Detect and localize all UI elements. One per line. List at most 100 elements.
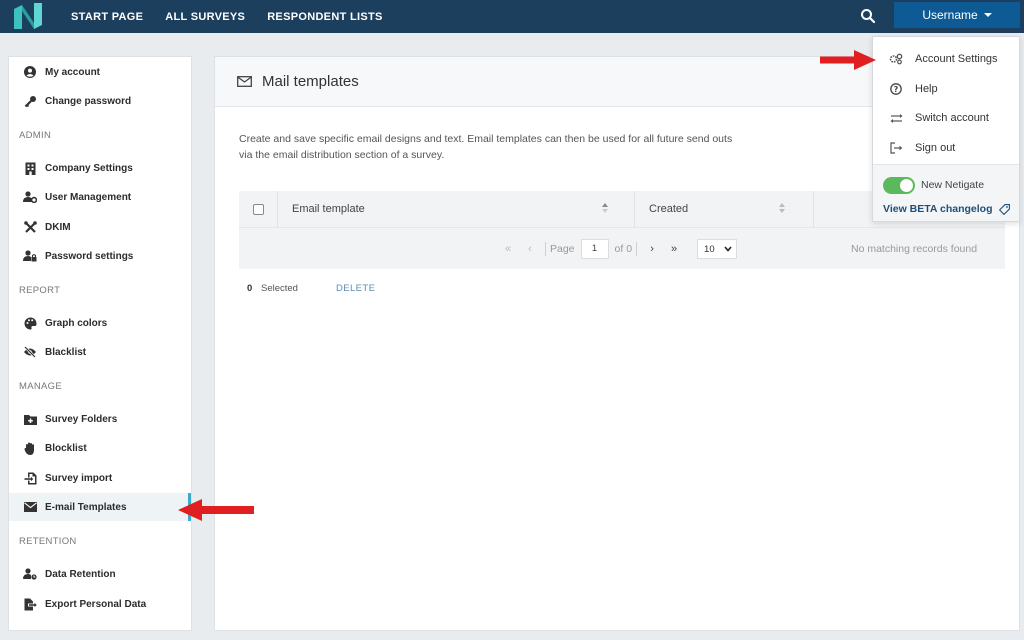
user-clock-icon [23,567,37,581]
hand-icon [23,441,37,455]
sidebar-item-label: Survey Folders [45,413,118,425]
sidebar-item-export-personal-data[interactable]: Export Personal Data [9,590,191,618]
nav-start-page[interactable]: START PAGE [60,11,154,23]
sidebar-section-retention: RETENTION [19,536,77,547]
column-header-email-template[interactable]: Email template [292,203,365,215]
selected-count: 0 [247,283,253,294]
new-netigate-toggle[interactable] [883,177,915,194]
sidebar-item-data-retention[interactable]: Data Retention [9,560,191,588]
beta-changelog-link[interactable]: View BETA changelog [883,203,1010,215]
file-export-icon [23,597,37,611]
caret-down-icon [983,13,992,17]
pager-divider [545,242,546,256]
page-number-input[interactable]: 1 [580,239,609,259]
nav-respondent-lists[interactable]: RESPONDENT LISTS [256,11,393,23]
sidebar-section-report: REPORT [19,285,61,296]
sidebar-item-label: Graph colors [45,317,108,329]
sidebar-item-survey-folders[interactable]: Survey Folders [9,405,191,433]
column-divider [634,191,635,228]
toggle-knob [900,179,913,192]
top-navigation-bar: START PAGE ALL SURVEYS RESPONDENT LISTS … [0,0,1024,33]
user-dropdown-menu: Account Settings ? Help Switch account S… [872,36,1020,222]
column-divider [813,191,814,228]
cogs-icon [889,52,903,66]
menu-item-label: Switch account [915,112,989,124]
last-page-icon[interactable]: » [663,243,685,255]
sidebar-item-label: DKIM [45,221,71,233]
page-title: Mail templates [262,73,359,90]
sidebar-item-label: Data Retention [45,568,116,580]
sign-out-icon [889,141,903,155]
tools-icon [23,220,37,234]
delete-button[interactable]: DELETE [336,283,375,294]
sidebar-item-label: E-mail Templates [45,501,127,513]
sidebar-item-graph-colors[interactable]: Graph colors [9,309,191,337]
page-size-select[interactable]: 10 [697,239,738,259]
sidebar-item-email-templates[interactable]: E-mail Templates [9,493,191,521]
sidebar-item-change-password[interactable]: Change password [9,87,191,115]
svg-text:?: ? [894,85,899,94]
menu-item-account-settings[interactable]: Account Settings [873,46,1019,72]
user-circle-icon [23,65,37,79]
sidebar-item-password-settings[interactable]: Password settings [9,242,191,270]
user-gear-icon [23,190,37,204]
tag-icon [998,203,1010,215]
page-description: Create and save specific email designs a… [239,133,733,161]
toggle-label: New Netigate [921,179,985,191]
select-all-checkbox[interactable] [253,204,264,215]
user-menu-button[interactable]: Username [894,2,1020,28]
sidebar-item-label: Change password [45,95,132,107]
sidebar-item-label: Blocklist [45,442,87,454]
palette-icon [23,316,37,330]
pager-divider [636,242,638,256]
sidebar-item-label: Blacklist [45,346,87,358]
envelope-icon [23,500,37,514]
envelope-outline-icon [237,76,252,87]
main-nav: START PAGE ALL SURVEYS RESPONDENT LISTS [60,0,394,33]
sidebar-section-admin: ADMIN [19,130,52,141]
column-header-created[interactable]: Created [649,203,688,215]
sidebar-item-label: Export Personal Data [45,598,147,610]
menu-item-help[interactable]: ? Help [873,76,1019,102]
question-circle-icon: ? [889,82,903,96]
annotation-arrow-icon [820,50,876,70]
column-divider [277,191,278,228]
eye-slash-icon [23,345,37,359]
selected-label: Selected [261,283,298,294]
menu-item-switch-account[interactable]: Switch account [873,105,1019,131]
search-icon[interactable] [860,8,876,24]
sort-icon[interactable] [778,201,786,215]
page-count-label: of 0 [614,243,633,255]
page-size-value: 10 [704,243,715,255]
sidebar-item-user-management[interactable]: User Management [9,183,191,211]
sidebar-item-blacklist[interactable]: Blacklist [9,338,191,366]
first-page-icon[interactable]: « [497,243,519,255]
building-icon [23,161,37,175]
netigate-logo-icon[interactable] [14,3,42,29]
sidebar-item-my-account[interactable]: My account [9,58,191,86]
username-label: Username [922,8,978,22]
page-label: Page [550,243,575,255]
chevron-down-icon [724,246,732,252]
key-icon [23,94,37,108]
next-page-icon[interactable]: › [641,243,663,255]
menu-item-label: Account Settings [915,53,998,65]
menu-item-sign-out[interactable]: Sign out [873,135,1019,161]
folder-plus-icon [23,412,37,426]
annotation-arrow-icon [178,499,254,521]
sort-icon[interactable] [601,201,609,215]
previous-page-icon[interactable]: ‹ [519,243,541,255]
sidebar-item-survey-import[interactable]: Survey import [9,464,191,492]
pagination: « ‹ Page 1 of 0 › » 10 [497,239,738,259]
sidebar-item-company-settings[interactable]: Company Settings [9,154,191,182]
sidebar-item-label: Survey import [45,472,113,484]
menu-item-label: Help [915,83,938,95]
sidebar-item-dkim[interactable]: DKIM [9,213,191,241]
user-lock-icon [23,249,37,263]
menu-item-label: Sign out [915,142,956,154]
nav-all-surveys[interactable]: ALL SURVEYS [154,11,256,23]
dropdown-footer: New Netigate View BETA changelog [873,164,1019,221]
sidebar-item-label: My account [45,66,101,78]
sidebar-item-blocklist[interactable]: Blocklist [9,434,191,462]
no-records-message: No matching records found [851,243,978,255]
